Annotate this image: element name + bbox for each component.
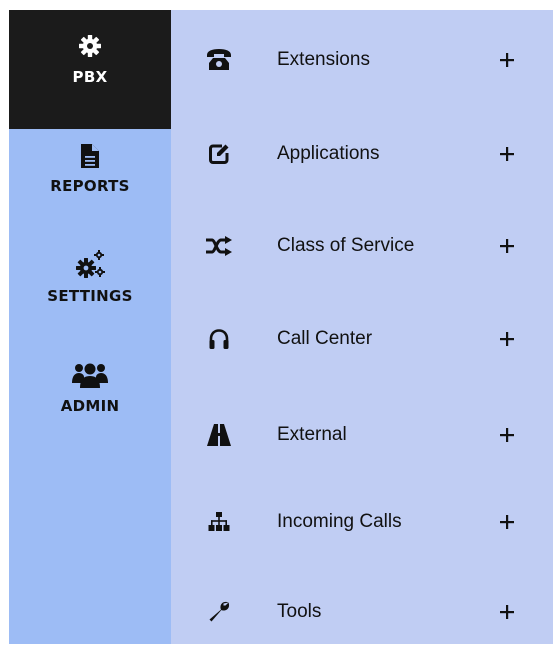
menu-item-label: Class of Service — [277, 235, 415, 256]
expand-plus-icon[interactable] — [495, 423, 519, 447]
phone-icon — [204, 45, 234, 75]
sitemap-icon — [204, 507, 234, 537]
menu-item-call-center[interactable]: Call Center — [171, 319, 553, 359]
rail-item-label: ADMIN — [60, 397, 120, 415]
menu-item-label: Tools — [277, 601, 322, 622]
menu-item-class-of-service[interactable]: Class of Service — [171, 226, 553, 266]
menu-item-label: Incoming Calls — [277, 511, 402, 532]
rail-item-label: PBX — [72, 68, 108, 86]
menu-item-label: Call Center — [277, 328, 373, 349]
menu-item-extensions[interactable]: Extensions — [171, 40, 553, 80]
rail-item-reports[interactable]: REPORTS — [9, 129, 171, 247]
menu-item-label: Applications — [277, 143, 380, 164]
menu-item-tools[interactable]: Tools — [171, 592, 553, 632]
pbx-submenu: Extensions Applications Class of Service… — [171, 10, 553, 644]
rail-item-label: SETTINGS — [47, 287, 133, 305]
rail-item-settings[interactable]: SETTINGS — [9, 247, 171, 357]
gears-icon — [73, 249, 107, 281]
menu-item-external[interactable]: External — [171, 415, 553, 455]
menu-item-label: External — [277, 424, 347, 445]
menu-item-label: Extensions — [277, 49, 370, 70]
expand-plus-icon[interactable] — [495, 48, 519, 72]
expand-plus-icon[interactable] — [495, 327, 519, 351]
app-frame: PBX REPORTS SETTINGS ADMIN Extensions Ap… — [9, 10, 553, 644]
expand-plus-icon[interactable] — [495, 234, 519, 258]
shuffle-icon — [204, 231, 234, 261]
edit-icon — [204, 139, 234, 169]
users-icon — [72, 361, 108, 389]
rail-item-label: REPORTS — [50, 177, 130, 195]
gear-icon — [78, 34, 102, 58]
rail-item-pbx[interactable]: PBX — [9, 10, 171, 129]
headphones-icon — [204, 324, 234, 354]
menu-item-applications[interactable]: Applications — [171, 134, 553, 174]
expand-plus-icon[interactable] — [495, 600, 519, 624]
left-nav-rail: PBX REPORTS SETTINGS ADMIN — [9, 10, 171, 644]
expand-plus-icon[interactable] — [495, 142, 519, 166]
road-icon — [204, 420, 234, 450]
rail-item-admin[interactable]: ADMIN — [9, 357, 171, 457]
menu-item-incoming-calls[interactable]: Incoming Calls — [171, 502, 553, 542]
expand-plus-icon[interactable] — [495, 510, 519, 534]
document-icon — [80, 143, 100, 169]
wrench-icon — [204, 597, 234, 627]
